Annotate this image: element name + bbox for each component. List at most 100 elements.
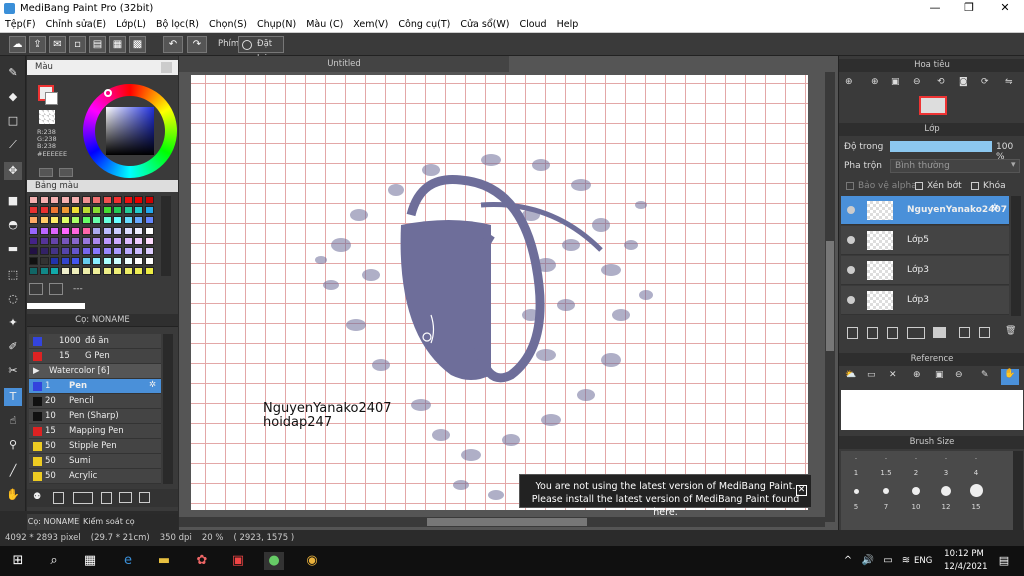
palette-swatch[interactable] [39, 257, 49, 266]
add-palette-icon[interactable] [29, 283, 43, 295]
size-3[interactable]: 3 [931, 469, 961, 486]
file-explorer-icon[interactable]: ▬ [154, 552, 174, 570]
search-icon[interactable]: ⌕ [44, 552, 64, 570]
palette-swatch[interactable] [60, 226, 70, 235]
merge-layer-icon[interactable] [979, 327, 990, 338]
palette-swatch[interactable] [113, 196, 122, 204]
menu-color[interactable]: Màu (C) [301, 19, 348, 30]
palette-swatch[interactable] [71, 257, 80, 266]
palette-swatch[interactable] [123, 216, 133, 225]
palette-swatch[interactable] [92, 267, 101, 276]
palette-swatch[interactable] [50, 206, 59, 215]
palette-swatch[interactable] [39, 247, 49, 255]
text-tool-icon[interactable]: T [4, 388, 22, 406]
brush-row[interactable]: 15 G Pen [29, 349, 161, 364]
palette-swatch[interactable] [29, 267, 38, 276]
windows-start-icon[interactable]: ⊞ [8, 552, 28, 570]
chat-icon[interactable]: ✉ [49, 36, 66, 53]
menu-file[interactable]: Tệp(F) [0, 19, 41, 30]
volume-icon[interactable]: 🔊 [858, 552, 878, 570]
menu-tools[interactable]: Công cụ(T) [393, 19, 455, 30]
tab-brush-control[interactable]: Kiểm soát cọ [83, 514, 135, 530]
palette-swatch[interactable] [60, 257, 70, 266]
palette-swatch[interactable] [50, 236, 59, 245]
operation-tool-icon[interactable]: ☝ [4, 412, 22, 430]
palette-swatch[interactable] [102, 196, 112, 204]
saturation-square[interactable] [106, 107, 154, 155]
flip-icon[interactable]: ⇋ [1005, 77, 1013, 87]
new-halftone-layer-icon[interactable] [867, 327, 878, 339]
size-1-5[interactable]: 1.5 [871, 469, 901, 486]
menu-capture[interactable]: Chụp(N) [252, 19, 301, 30]
palette-swatch[interactable] [102, 236, 112, 245]
size-10[interactable]: 10 [901, 503, 931, 520]
zoom-out-icon[interactable]: ⊖ [913, 77, 921, 87]
notice-close-icon[interactable]: ✕ [796, 485, 807, 496]
new-layer-icon[interactable] [847, 327, 858, 339]
medibang-taskbar-icon[interactable]: ● [264, 552, 284, 570]
palette-swatch[interactable] [29, 196, 38, 204]
expand-arrow-icon[interactable]: ▶ [33, 366, 40, 376]
palette-swatch[interactable] [113, 247, 122, 255]
palette-swatch[interactable] [113, 216, 122, 225]
rotate-left-icon[interactable]: ⟲ [937, 77, 945, 87]
brush-row[interactable]: 1000 đồ ăn [29, 334, 161, 349]
palette-swatch[interactable] [92, 196, 101, 204]
palette-swatch[interactable] [29, 247, 38, 255]
visibility-icon[interactable] [847, 296, 855, 304]
visibility-icon[interactable] [847, 206, 855, 214]
alpha-protect-checkbox[interactable] [846, 182, 854, 190]
palette-swatch[interactable] [39, 236, 49, 245]
brush-settings-icon[interactable]: ✲ [149, 380, 156, 390]
menu-select[interactable]: Chọn(S) [204, 19, 252, 30]
layer-scrollbar[interactable] [1011, 196, 1021, 316]
brush-add-icon[interactable]: ⚉ [33, 492, 41, 502]
brush-row[interactable]: 50 Acrylic [29, 469, 161, 484]
palette-swatch[interactable] [113, 257, 122, 266]
palette-swatch[interactable] [60, 206, 70, 215]
palette-swatch[interactable] [81, 216, 91, 225]
zoom-fit-icon[interactable]: ⊕ [845, 77, 853, 87]
palette-swatch[interactable] [144, 267, 154, 276]
palette-swatch[interactable] [60, 247, 70, 255]
menu-help[interactable]: Help [552, 19, 584, 30]
brush-import-icon[interactable] [101, 492, 112, 504]
palette-swatch[interactable] [71, 226, 80, 235]
palette-swatch[interactable] [81, 236, 91, 245]
clock-date[interactable]: 12/4/2021 [944, 562, 988, 572]
size-12[interactable]: 12 [931, 503, 961, 520]
palette-swatch[interactable] [39, 206, 49, 215]
document-tab[interactable]: Untitled [179, 56, 509, 72]
palette-swatch[interactable] [81, 226, 91, 235]
palette-swatch[interactable] [39, 196, 49, 204]
palette-swatch[interactable] [113, 226, 122, 235]
fill-rect-tool-icon[interactable]: ■ [4, 192, 22, 210]
palette-tab[interactable] [27, 303, 85, 309]
palette-swatch[interactable] [134, 216, 143, 225]
minimize-button[interactable]: — [918, 0, 952, 17]
palette-swatch[interactable] [102, 267, 112, 276]
chrome-icon[interactable]: ◉ [302, 552, 322, 570]
menu-window[interactable]: Cửa sổ(W) [455, 19, 514, 30]
palette-swatch[interactable] [81, 247, 91, 255]
palette-swatch[interactable] [50, 196, 59, 204]
size-dot[interactable] [912, 487, 920, 495]
zoom-in-icon[interactable]: ⊕ [871, 77, 879, 87]
maximize-button[interactable]: ❐ [952, 0, 986, 17]
palette-swatch[interactable] [144, 247, 154, 255]
tab-brush[interactable]: Cọ: NONAME [27, 514, 80, 530]
brush-scrollbar[interactable] [163, 334, 173, 484]
brush-size-scrollbar[interactable] [1013, 451, 1023, 531]
layer-menu-icon[interactable] [907, 327, 925, 339]
actual-size-icon[interactable]: ▣ [891, 77, 900, 87]
palette-swatch[interactable] [29, 226, 38, 235]
upload-icon[interactable]: ⇪ [29, 36, 46, 53]
palette-swatch[interactable] [123, 206, 133, 215]
palette-swatch[interactable] [113, 206, 122, 215]
cloud-icon[interactable]: ☁ [9, 36, 26, 53]
palette-swatch[interactable] [144, 257, 154, 266]
palette-swatch[interactable] [50, 247, 59, 255]
size-1[interactable]: 1 [841, 469, 871, 486]
language-indicator[interactable]: ENG [914, 556, 932, 566]
size-dot[interactable] [854, 489, 859, 494]
